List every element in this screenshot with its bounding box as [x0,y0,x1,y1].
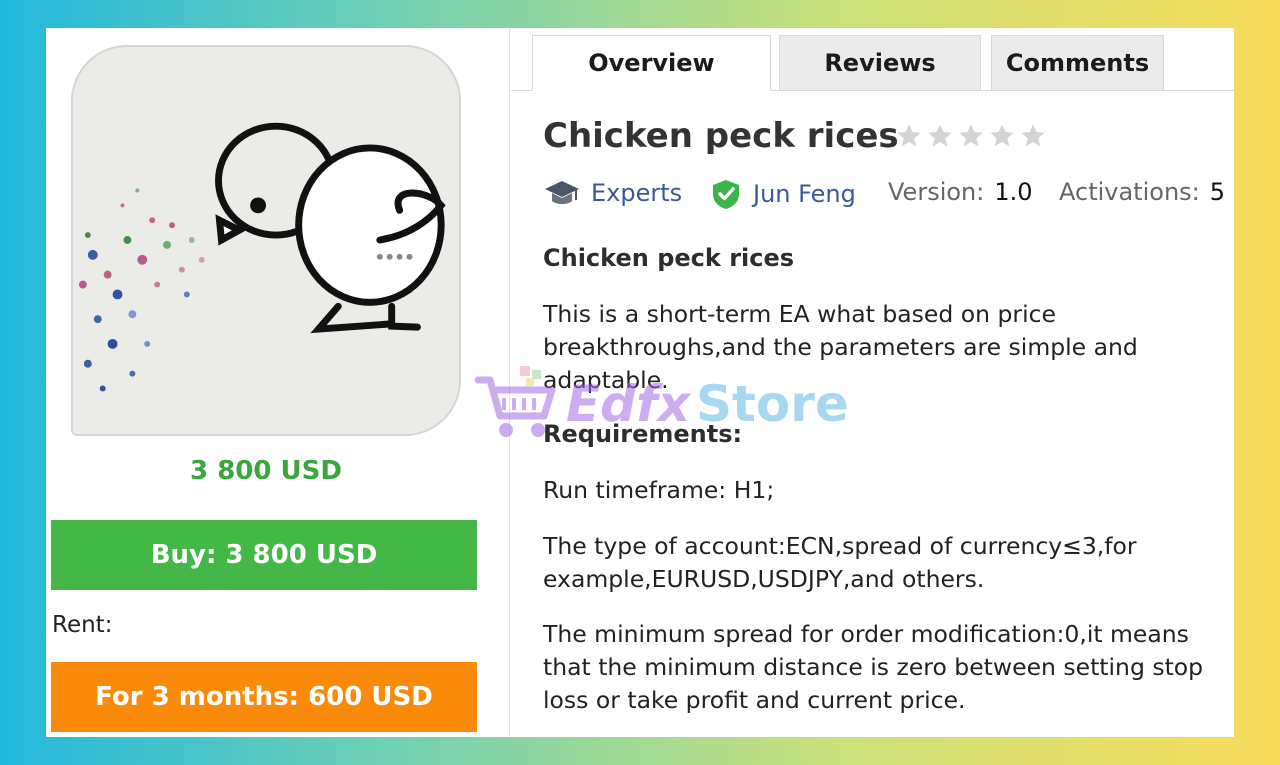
rent-label: Rent: [52,612,113,638]
version-value: 1.0 [994,178,1033,206]
rating-stars[interactable] [895,122,1047,150]
verified-shield-icon [713,180,739,209]
requirement-min-spread: The minimum spread for order modificatio… [543,620,1204,714]
product-title: Chicken peck rices [543,116,899,156]
buy-button[interactable]: Buy: 3 800 USD [51,520,477,590]
product-price: 3 800 USD [190,456,342,486]
author-link-wrap[interactable]: Jun Feng [711,178,856,210]
requirement-account: The type of account:ECN,spread of curren… [543,532,1137,593]
product-image [71,45,461,436]
version-label: Version: [888,178,985,206]
version-info: Version: 1.0 [888,178,1033,206]
requirements-heading: Requirements: [543,420,743,448]
tab-comments[interactable]: Comments [991,35,1164,91]
star-icon[interactable] [957,122,985,150]
requirement-timeframe: Run timeframe: H1; [543,476,775,504]
author-link[interactable]: Jun Feng [753,180,856,208]
category-link[interactable]: Experts [591,179,682,207]
tab-overview[interactable]: Overview [532,35,771,91]
description-intro: This is a short-term EA what based on pr… [543,300,1138,394]
star-icon[interactable] [1019,122,1047,150]
product-details: Overview Reviews Comments Chicken peck r… [511,28,1234,737]
chick-illustration [73,47,459,434]
category-link-wrap[interactable]: Experts [543,178,682,208]
activations-label: Activations: [1059,178,1200,206]
star-icon[interactable] [988,122,1016,150]
product-panel: 3 800 USD Buy: 3 800 USD Rent: For 3 mon… [46,28,1234,737]
product-sidebar: 3 800 USD Buy: 3 800 USD Rent: For 3 mon… [46,28,510,737]
activations-info: Activations: 5 [1059,178,1225,206]
tab-reviews[interactable]: Reviews [779,35,981,91]
description-heading: Chicken peck rices [543,244,795,272]
rent-3-months-button[interactable]: For 3 months: 600 USD [51,662,477,732]
graduation-cap-icon [545,181,579,204]
star-icon[interactable] [926,122,954,150]
activations-value: 5 [1209,178,1226,206]
star-icon[interactable] [895,122,923,150]
